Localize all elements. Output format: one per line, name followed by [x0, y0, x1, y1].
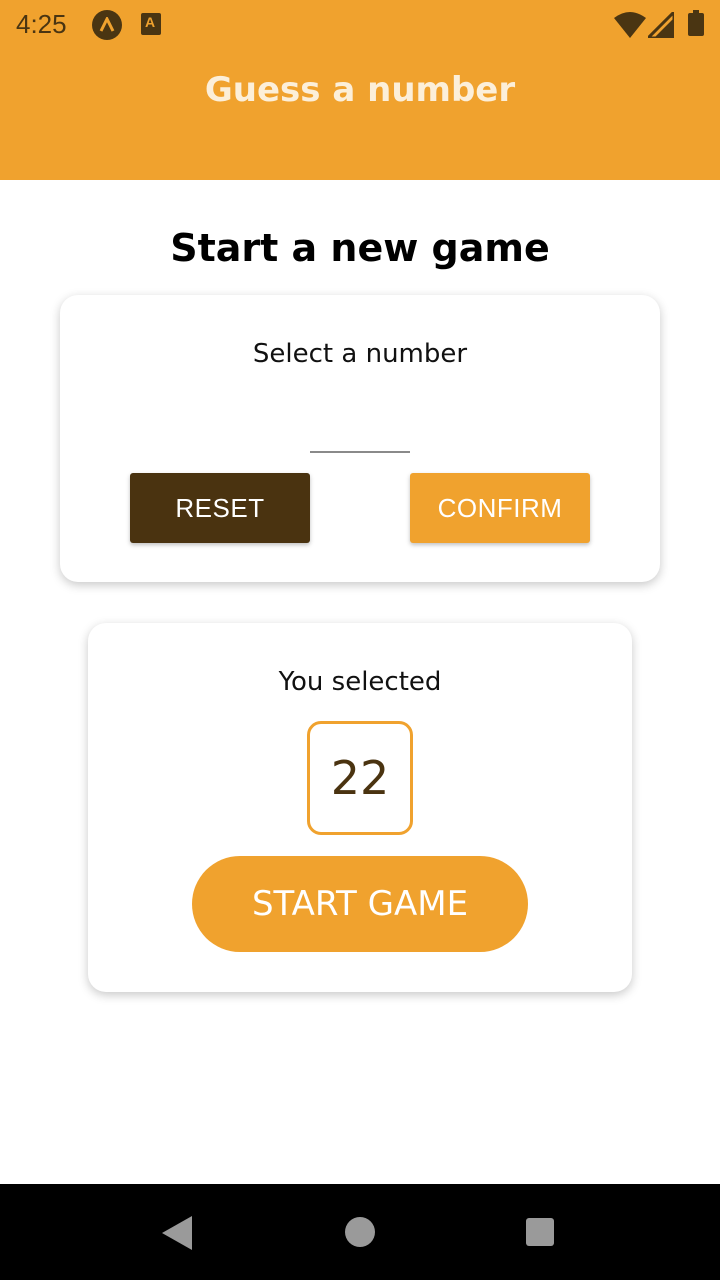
a-badge-icon: A [141, 13, 161, 35]
number-input[interactable] [310, 405, 410, 453]
status-time: 4:25 [16, 9, 67, 39]
screen: 4:25 A Guess a number Start a new game S… [0, 0, 720, 1280]
back-icon[interactable] [162, 1216, 194, 1250]
app-a-icon [92, 10, 122, 40]
start-game-button[interactable]: START GAME [192, 856, 528, 952]
select-number-label: Select a number [252, 339, 468, 369]
selected-number-card: You selected 22 START GAME [88, 623, 632, 992]
confirm-button[interactable]: CONFIRM [410, 473, 590, 543]
page-title: Start a new game [170, 226, 550, 270]
navigation-bar [0, 1184, 720, 1280]
selected-number: 22 [330, 751, 390, 805]
reset-button[interactable]: RESET [130, 473, 310, 543]
number-input-card: Select a number RESET CONFIRM [60, 295, 660, 582]
home-icon[interactable] [345, 1217, 375, 1247]
wifi-icon [614, 12, 646, 38]
app-header: Guess a number [0, 50, 720, 180]
selected-number-box: 22 [307, 721, 413, 835]
signal-icon [648, 12, 674, 38]
battery-icon [688, 10, 704, 36]
you-selected-label: You selected [278, 667, 442, 697]
a-badge-letter: A [145, 14, 156, 30]
recent-apps-icon[interactable] [526, 1218, 554, 1246]
status-bar: 4:25 A [0, 0, 720, 50]
app-title: Guess a number [204, 70, 516, 110]
